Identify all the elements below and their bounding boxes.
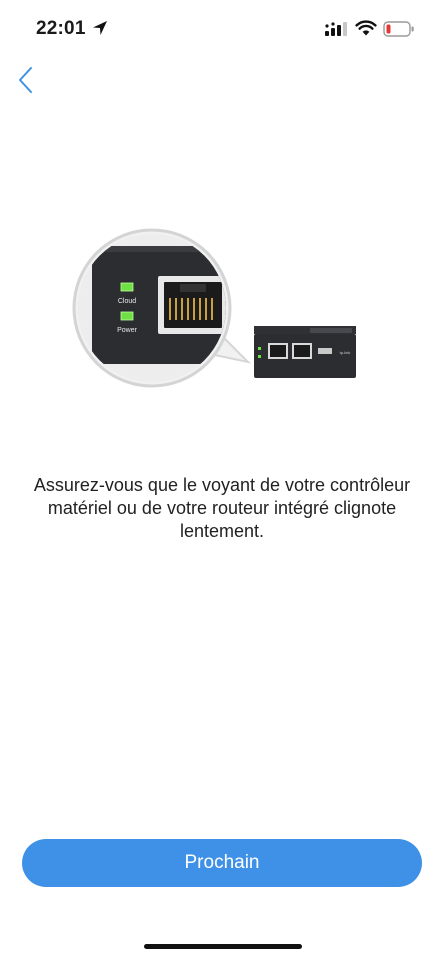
brand-logo: tp-link: [340, 350, 351, 355]
controller-device: tp-link: [254, 326, 356, 378]
instruction-text: Assurez-vous que le voyant de votre cont…: [33, 475, 411, 541]
led-label-power: Power: [117, 327, 138, 334]
wifi-icon: [355, 20, 377, 36]
led-label-cloud: Cloud: [118, 298, 136, 305]
controller-illustration: Cloud Power tp-link: [72, 228, 356, 388]
home-indicator: [144, 944, 302, 949]
back-button[interactable]: [10, 60, 46, 100]
location-arrow-icon: [93, 21, 107, 35]
cellular-signal-icon: [325, 22, 347, 36]
chevron-left-icon: [19, 67, 32, 93]
battery-low-icon: [383, 21, 414, 37]
status-bar: 22:01: [0, 0, 444, 60]
next-button[interactable]: Prochain: [22, 839, 422, 887]
status-time: 22:01: [36, 18, 86, 39]
